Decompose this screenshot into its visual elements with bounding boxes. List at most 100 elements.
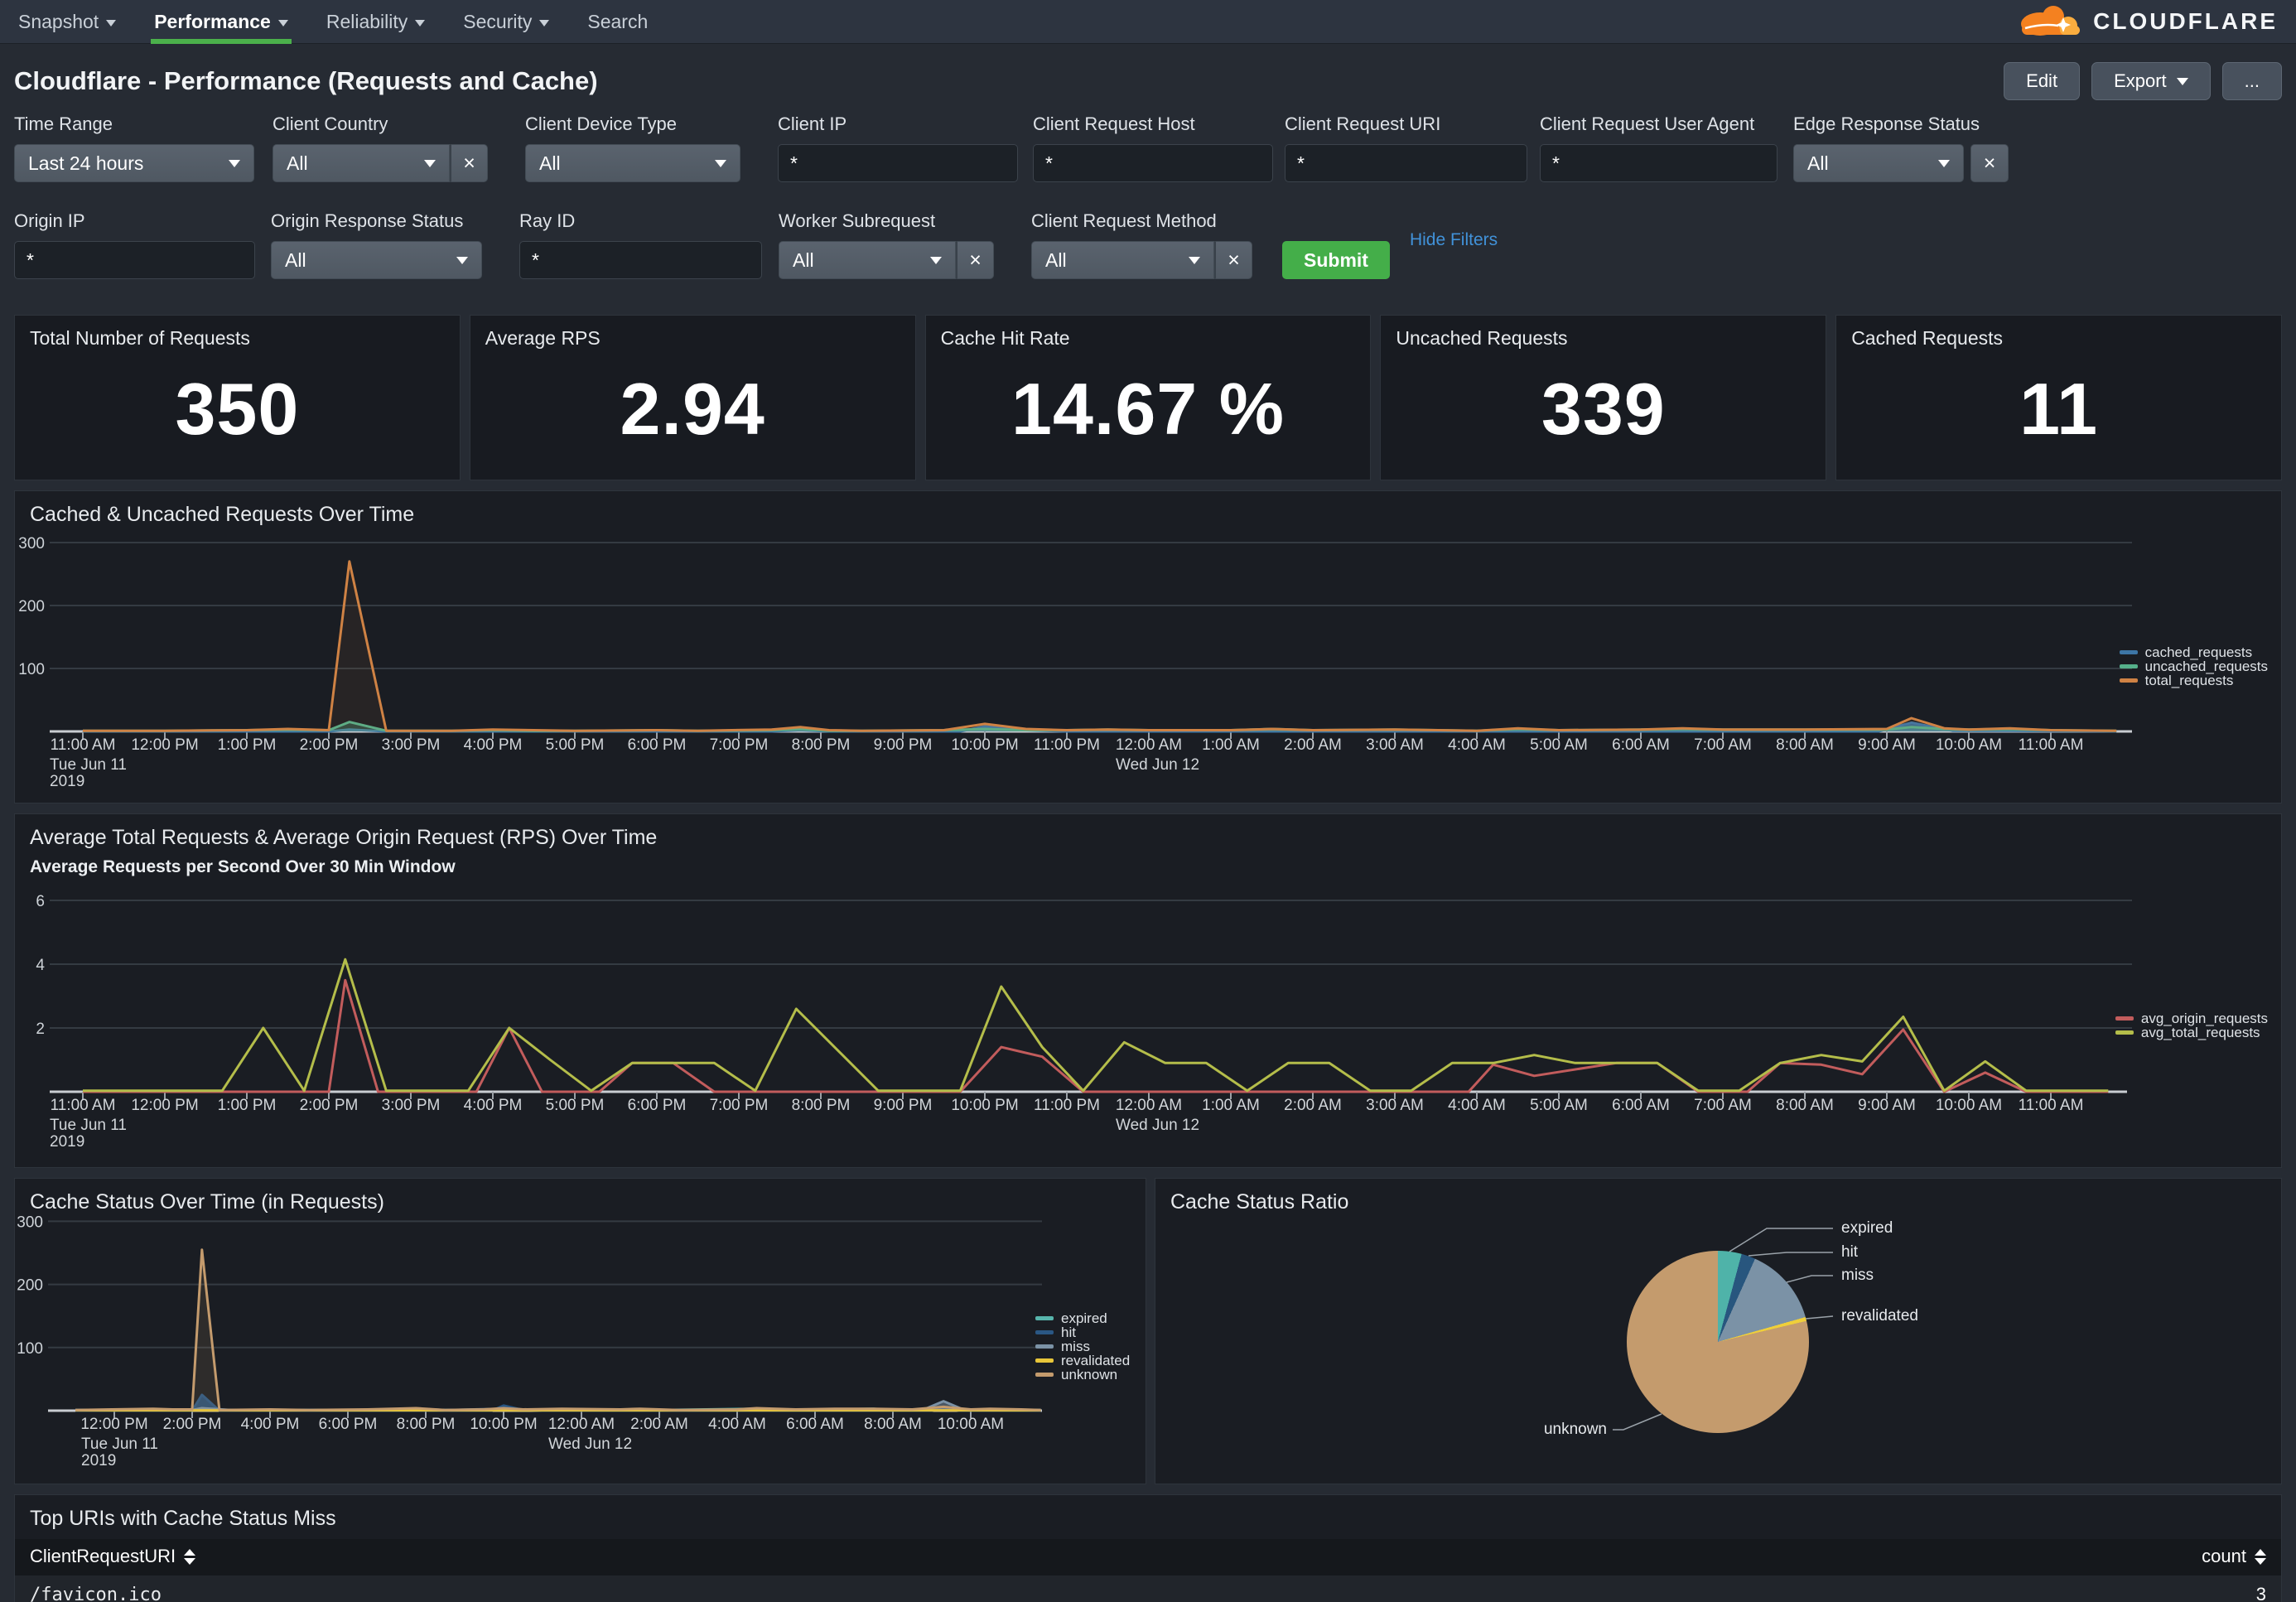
nav-item-search[interactable]: Search [587, 0, 648, 44]
more-button[interactable]: ... [2222, 62, 2282, 100]
series-total_requests [83, 562, 2116, 731]
worker-subrequest-select[interactable]: All [779, 241, 956, 279]
filter-control: Last 24 hours [14, 144, 254, 182]
x-axis-label: 8:00 AM [1776, 1097, 1834, 1114]
legend-item-revalidated[interactable]: revalidated [1035, 1353, 1130, 1368]
table-title: Top URIs with Cache Status Miss [15, 1495, 2281, 1531]
kpi-value: 11 [1851, 350, 2266, 468]
filter-time-range: Time RangeLast 24 hours [14, 113, 254, 182]
filter-control: All [525, 144, 740, 182]
filter-origin-response-status: Origin Response StatusAll [271, 210, 482, 279]
x-axis-label: 1:00 PM [218, 1097, 277, 1114]
column-header-clientrequesturi[interactable]: ClientRequestURI [15, 1546, 1983, 1567]
x-axis-label: 4:00 AM [1448, 1097, 1506, 1114]
x-axis-label: 5:00 AM [1530, 736, 1588, 754]
client-request-method-select[interactable]: All [1031, 241, 1214, 279]
filter-bar: Time RangeLast 24 hoursClient CountryAll… [14, 113, 2282, 279]
select-value: All [287, 152, 308, 175]
chevron-down-icon [930, 257, 942, 264]
nav-item-security[interactable]: Security [463, 0, 549, 44]
x-axis-label: 2:00 PM [300, 736, 359, 754]
x-axis-label: 8:00 AM [1776, 736, 1834, 754]
y-axis-label: 2 [36, 1021, 45, 1038]
edit-button[interactable]: Edit [2004, 62, 2080, 100]
legend-item-cached_requests[interactable]: cached_requests [2120, 645, 2268, 659]
legend-item-miss[interactable]: miss [1035, 1339, 1130, 1353]
clear-client-country-button[interactable]: × [450, 144, 488, 182]
filter-control [1540, 144, 1777, 182]
client-device-type-select[interactable]: All [525, 144, 740, 182]
nav-item-reliability[interactable]: Reliability [326, 0, 425, 44]
edge-response-status-select[interactable]: All [1793, 144, 1964, 182]
clear-client-request-method-button[interactable]: × [1214, 241, 1252, 279]
x-axis-label: 5:00 PM [546, 1097, 605, 1114]
client-request-host-input[interactable] [1033, 144, 1273, 182]
kpi-value: 339 [1396, 350, 1811, 468]
select-value: All [1045, 249, 1067, 272]
nav-item-snapshot[interactable]: Snapshot [18, 0, 116, 44]
x-axis-label: 10:00 AM [938, 1416, 1004, 1433]
export-button[interactable]: Export [2091, 62, 2211, 100]
nav-item-performance[interactable]: Performance [154, 0, 288, 44]
legend-item-avg_total_requests[interactable]: avg_total_requests [2115, 1025, 2268, 1040]
origin-ip-input[interactable] [14, 241, 255, 279]
column-header-count[interactable]: count [1983, 1546, 2281, 1567]
chart-legend: expiredhitmissrevalidatedunknown [1035, 1311, 1130, 1382]
cloudflare-cloud-icon [2012, 2, 2086, 41]
chevron-down-icon [415, 20, 425, 27]
x-axis-label: 7:00 AM [1694, 736, 1752, 754]
legend-item-unknown[interactable]: unknown [1035, 1368, 1130, 1382]
client-country-select[interactable]: All [273, 144, 450, 182]
clear-worker-subrequest-button[interactable]: × [956, 241, 994, 279]
legend-swatch [2120, 650, 2138, 654]
y-axis-label: 200 [17, 1277, 43, 1295]
select-value: Last 24 hours [28, 152, 143, 175]
legend-item-expired[interactable]: expired [1035, 1311, 1130, 1325]
nav-items: Snapshot Performance Reliability Security Se… [18, 0, 686, 44]
submit-button[interactable]: Submit [1282, 241, 1390, 279]
filter-label: Ray ID [519, 210, 762, 232]
client-request-uri-input[interactable] [1285, 144, 1527, 182]
filter-control: All× [1793, 144, 2009, 182]
kpi-title: Total Number of Requests [30, 327, 445, 350]
legend-swatch [1035, 1316, 1054, 1320]
x-axis-label: 7:00 PM [710, 736, 769, 754]
x-axis-label: 6:00 PM [319, 1416, 378, 1433]
filter-label: Client IP [778, 113, 1018, 135]
series-avg_total_requests [83, 959, 2108, 1091]
filter-control [1285, 144, 1527, 182]
x-axis-date-label: 2019 [81, 1452, 116, 1469]
legend-swatch [1035, 1358, 1054, 1363]
x-axis-label: 3:00 AM [1366, 736, 1424, 754]
filter-ray-id: Ray ID [519, 210, 762, 279]
client-ip-input[interactable] [778, 144, 1018, 182]
client-request-user-agent-input[interactable] [1540, 144, 1777, 182]
clear-edge-response-status-button[interactable]: × [1970, 144, 2009, 182]
cache-status-over-time-chart: 10020030012:00 PM2:00 PM4:00 PM6:00 PM8:… [15, 1215, 1146, 1474]
legend-item-uncached_requests[interactable]: uncached_requests [2120, 659, 2268, 673]
cache-status-pie-chart[interactable] [1627, 1251, 1809, 1433]
y-axis-label: 200 [18, 598, 45, 615]
x-axis-label: 12:00 PM [131, 736, 198, 754]
legend-item-hit[interactable]: hit [1035, 1325, 1130, 1339]
x-axis-label: 9:00 AM [1858, 736, 1916, 754]
legend-item-total_requests[interactable]: total_requests [2120, 673, 2268, 688]
x-axis-label: 2:00 AM [1284, 1097, 1342, 1114]
filter-client-request-uri: Client Request URI [1285, 113, 1527, 182]
x-axis-label: 10:00 PM [951, 1097, 1018, 1114]
nav-item-label: Security [463, 11, 532, 33]
legend-swatch [2115, 1030, 2134, 1035]
kpi-title: Uncached Requests [1396, 327, 1811, 350]
x-axis-date-label: Wed Jun 12 [1116, 1117, 1199, 1134]
x-axis-label: 11:00 AM [51, 1097, 116, 1114]
ray-id-input[interactable] [519, 241, 762, 279]
x-axis-label: 11:00 AM [2019, 1097, 2084, 1114]
time-range-select[interactable]: Last 24 hours [14, 144, 254, 182]
hide-filters-link[interactable]: Hide Filters [1410, 230, 1498, 250]
legend-item-avg_origin_requests[interactable]: avg_origin_requests [2115, 1011, 2268, 1025]
kpi-row: Total Number of Requests350Average RPS2.… [14, 315, 2282, 480]
origin-response-status-select[interactable]: All [271, 241, 482, 279]
x-axis-label: 4:00 PM [464, 1097, 523, 1114]
filter-label: Client Request Host [1033, 113, 1273, 135]
panel-requests-over-time: Cached & Uncached Requests Over Time 100… [14, 490, 2282, 803]
